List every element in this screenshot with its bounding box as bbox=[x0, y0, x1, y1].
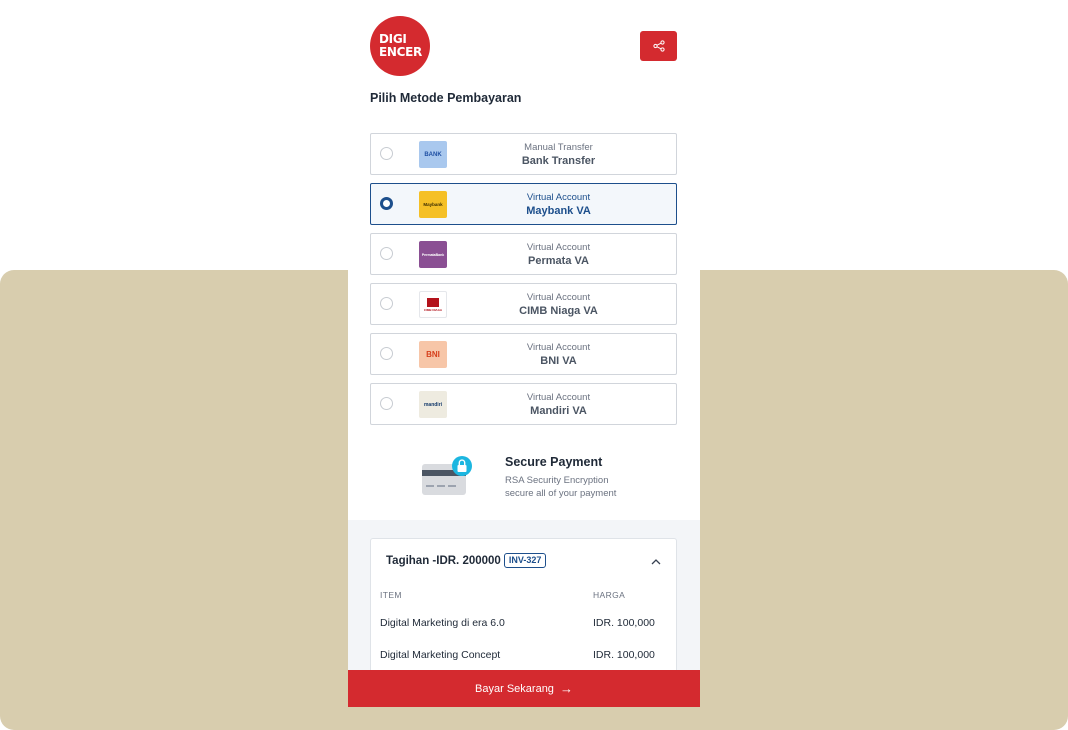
method-text: Manual Transfer Bank Transfer bbox=[441, 141, 676, 169]
payment-option-maybank-va[interactable]: Maybank Virtual Account Maybank VA bbox=[370, 183, 677, 225]
radio-button[interactable] bbox=[380, 397, 393, 410]
method-text: Virtual Account CIMB Niaga VA bbox=[441, 291, 676, 319]
method-name: BNI VA bbox=[540, 355, 577, 367]
method-name: Mandiri VA bbox=[530, 405, 587, 417]
invoice-badge: INV-327 bbox=[503, 553, 547, 568]
payment-method-list: BANK Manual Transfer Bank Transfer Mayba… bbox=[370, 133, 677, 433]
method-type: Virtual Account bbox=[526, 192, 591, 203]
secure-desc-line2: secure all of your payment bbox=[505, 487, 617, 499]
secure-desc-line1: RSA Security Encryption bbox=[505, 475, 609, 486]
table-row-price: IDR. 100,000 bbox=[593, 617, 655, 629]
cimb-mark bbox=[427, 297, 439, 307]
payment-panel: DIGI ENCER Pilih Metode Pembayaran BANK … bbox=[348, 0, 700, 707]
table-row-item: Digital Marketing di era 6.0 bbox=[380, 617, 505, 629]
logo-text: BANK bbox=[424, 151, 442, 158]
bill-section: Tagihan -IDR. 200000 INV-327 ITEM HARGA … bbox=[348, 520, 700, 698]
radio-button[interactable] bbox=[380, 247, 393, 260]
credit-card-lock-icon bbox=[422, 456, 472, 495]
pay-button-label: Bayar Sekarang bbox=[475, 682, 554, 695]
radio-button[interactable] bbox=[380, 147, 393, 160]
logo-text: Maybank bbox=[423, 202, 443, 207]
bill-header[interactable]: Tagihan -IDR. 200000 INV-327 bbox=[386, 553, 547, 568]
method-name: CIMB Niaga VA bbox=[519, 305, 598, 317]
logo-text: BNI bbox=[426, 350, 440, 359]
payment-option-cimb-niaga-va[interactable]: CIMB NIAGA Virtual Account CIMB Niaga VA bbox=[370, 283, 677, 325]
logo-text: CIMB NIAGA bbox=[423, 307, 443, 312]
payment-option-bni-va[interactable]: BNI Virtual Account BNI VA bbox=[370, 333, 677, 375]
page-title: Pilih Metode Pembayaran bbox=[370, 91, 522, 105]
method-type: Virtual Account bbox=[526, 242, 591, 253]
payment-option-permata-va[interactable]: PermataBank Virtual Account Permata VA bbox=[370, 233, 677, 275]
secure-title: Secure Payment bbox=[505, 455, 603, 469]
radio-button[interactable] bbox=[380, 297, 393, 310]
method-name: Permata VA bbox=[528, 255, 589, 267]
method-text: Virtual Account Permata VA bbox=[441, 241, 676, 269]
brand-logo: DIGI ENCER bbox=[370, 16, 430, 76]
radio-button[interactable] bbox=[380, 347, 393, 360]
method-type: Virtual Account bbox=[526, 342, 591, 353]
method-type: Virtual Account bbox=[526, 392, 591, 403]
radio-button-selected[interactable] bbox=[380, 197, 393, 210]
arrow-right-icon: → bbox=[559, 681, 573, 696]
column-header-price: HARGA bbox=[593, 590, 626, 600]
bill-total: Tagihan -IDR. 200000 bbox=[386, 554, 501, 567]
method-text: Virtual Account Mandiri VA bbox=[441, 391, 676, 419]
method-type: Virtual Account bbox=[526, 292, 591, 303]
method-name: Bank Transfer bbox=[521, 155, 596, 167]
method-text: Virtual Account BNI VA bbox=[441, 341, 676, 369]
method-text: Virtual Account Maybank VA bbox=[441, 191, 676, 219]
table-row-price: IDR. 100,000 bbox=[593, 649, 655, 661]
table-row-item: Digital Marketing Concept bbox=[380, 649, 501, 661]
payment-option-bank-transfer[interactable]: BANK Manual Transfer Bank Transfer bbox=[370, 133, 677, 175]
share-button[interactable] bbox=[640, 31, 677, 61]
payment-option-mandiri-va[interactable]: mandiri Virtual Account Mandiri VA bbox=[370, 383, 677, 425]
pay-now-button[interactable]: Bayar Sekarang → bbox=[348, 670, 700, 707]
secure-description: RSA Security Encryption secure all of yo… bbox=[505, 475, 645, 500]
column-header-item: ITEM bbox=[380, 590, 402, 600]
method-name: Maybank VA bbox=[526, 205, 591, 217]
secure-payment-info: Secure Payment RSA Security Encryption s… bbox=[420, 455, 680, 505]
chevron-up-icon[interactable] bbox=[650, 556, 662, 568]
share-icon bbox=[652, 40, 665, 52]
logo-text: mandiri bbox=[423, 401, 443, 408]
method-type: Manual Transfer bbox=[524, 142, 593, 153]
logo-text-line2: ENCER bbox=[379, 45, 422, 59]
